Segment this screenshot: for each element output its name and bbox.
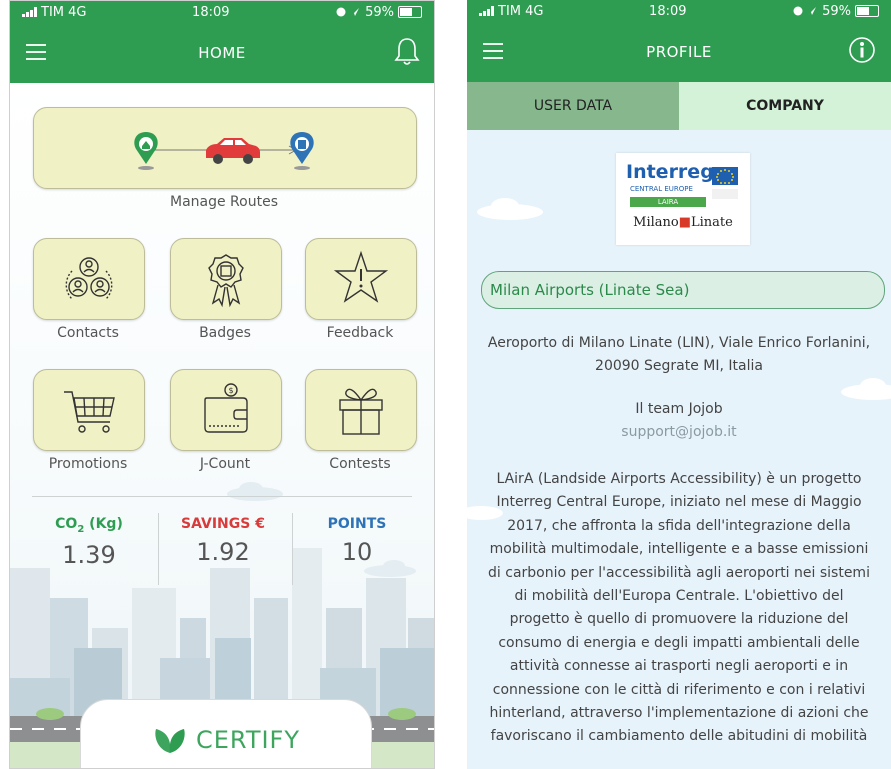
company-name-field[interactable]: Milan Airports (Linate Sea)	[481, 271, 885, 309]
nav-bar: HOME	[10, 23, 434, 83]
tab-company[interactable]: COMPANY	[679, 82, 891, 130]
star-icon	[333, 250, 389, 303]
battery-icon	[855, 5, 879, 17]
route-illustration-icon	[134, 132, 314, 170]
jcount-button[interactable]: $	[170, 369, 282, 451]
promotions-button[interactable]	[33, 369, 145, 451]
promotions-label: Promotions	[48, 456, 128, 472]
battery-indicator: 59%	[335, 5, 422, 20]
battery-percent: 59%	[365, 4, 394, 20]
status-bar: TIM 4G 18:09 59%	[467, 0, 891, 22]
contests-button[interactable]	[305, 369, 417, 451]
contacts-label: Contacts	[57, 325, 119, 341]
company-address: Aeroporto di Milano Linate (LIN), Viale …	[487, 335, 871, 374]
leaf-icon	[155, 729, 185, 753]
clock: 18:09	[192, 4, 230, 20]
menu-icon[interactable]	[483, 43, 503, 59]
wallet-icon: $	[204, 383, 248, 433]
signal-indicator: TIM 4G	[479, 4, 543, 19]
company-description: LAirA (Landside Airports Accessibility) …	[488, 471, 870, 745]
badges-button[interactable]	[170, 238, 282, 320]
gift-icon	[339, 388, 383, 435]
home-screen: TIM 4G 18:09 59% HOME Manage Routes Cont…	[9, 0, 435, 769]
badges-label: Badges	[199, 325, 251, 341]
logo-line1: CENTRAL EUROPE	[630, 185, 693, 193]
feedback-button[interactable]	[305, 238, 417, 320]
svg-text:$: $	[229, 386, 234, 395]
signal-indicator: TIM 4G	[22, 5, 86, 20]
points-label: POINTS	[327, 516, 387, 532]
battery-icon	[398, 6, 422, 18]
logo-line3: Milano■Linate	[633, 215, 733, 230]
cloud-decoration	[841, 378, 891, 400]
savings-value: 1.92	[196, 538, 250, 566]
menu-icon[interactable]	[26, 44, 46, 60]
contacts-icon	[65, 257, 113, 300]
points-value: 10	[341, 538, 373, 566]
battery-indicator: 59%	[792, 4, 879, 19]
co2-label: CO2 (Kg)	[55, 516, 123, 535]
co2-value: 1.39	[62, 540, 116, 569]
badge-icon	[208, 254, 244, 308]
certify-button[interactable]: CERTIFY	[80, 699, 372, 768]
company-logo: Interreg CENTRAL EUROPE LAIRA Milano■Lin…	[616, 153, 750, 245]
status-bar: TIM 4G 18:09 59%	[10, 1, 434, 23]
carrier-label: TIM 4G	[498, 3, 544, 19]
battery-percent: 59%	[822, 3, 851, 19]
co2-stat: CO2 (Kg) 1.39	[24, 516, 154, 569]
feedback-label: Feedback	[326, 325, 394, 341]
contacts-button[interactable]	[33, 238, 145, 320]
profile-screen: TIM 4G 18:09 59% PROFILE USER DATA COMPA…	[467, 0, 891, 769]
cloud-decoration	[227, 482, 283, 501]
alarm-location-icon	[793, 6, 817, 16]
support-email-link[interactable]: support@jojob.it	[467, 421, 891, 444]
manage-routes-label: Manage Routes	[170, 194, 278, 210]
signal-icon	[479, 6, 494, 16]
carrier-label: TIM 4G	[41, 4, 87, 20]
cart-icon	[64, 391, 115, 433]
clock: 18:09	[649, 3, 687, 19]
savings-label: SAVINGS €	[181, 516, 265, 532]
alarm-location-icon	[336, 7, 360, 17]
points-stat: POINTS 10	[292, 516, 422, 566]
nav-bar: PROFILE	[467, 22, 891, 82]
stats-divider	[32, 496, 412, 497]
signal-icon	[22, 7, 37, 17]
team-label: Il team Jojob	[635, 401, 723, 417]
logo-title: Interreg	[626, 161, 714, 183]
certify-label: CERTIFY	[195, 726, 301, 754]
page-title: HOME	[198, 44, 246, 62]
manage-routes-button[interactable]	[33, 107, 417, 189]
cloud-decoration	[477, 198, 543, 220]
jcount-label: J-Count	[199, 456, 251, 472]
profile-tabs: USER DATA COMPANY	[467, 82, 891, 130]
page-title: PROFILE	[646, 43, 712, 61]
tab-user-data[interactable]: USER DATA	[467, 82, 679, 130]
logo-line2: LAIRA	[657, 198, 679, 206]
savings-stat: SAVINGS € 1.92	[158, 516, 288, 566]
info-icon[interactable]	[847, 35, 877, 65]
bell-icon[interactable]	[394, 36, 420, 66]
contests-label: Contests	[329, 456, 391, 472]
